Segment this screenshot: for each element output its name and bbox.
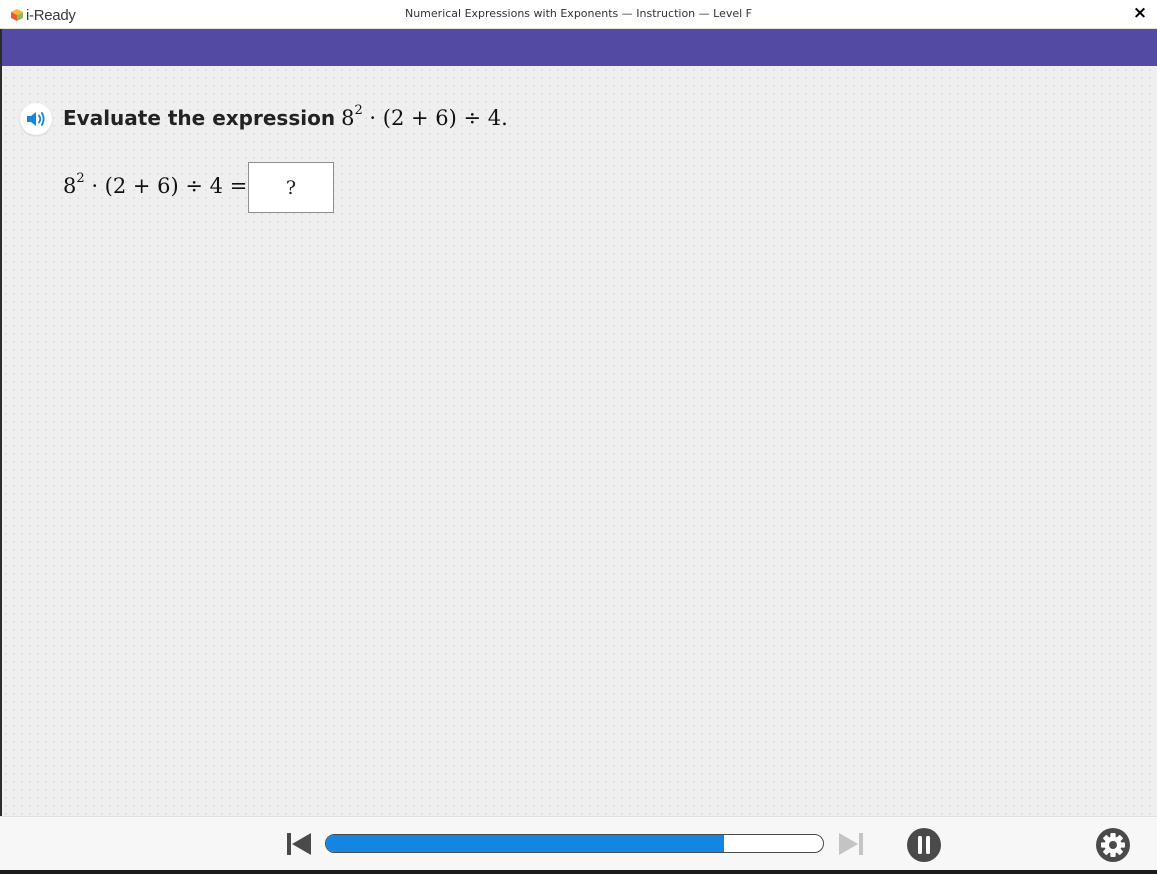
progress-bar[interactable]: [325, 834, 824, 853]
equation-base: 8: [63, 174, 77, 198]
window-bottom-edge: [0, 870, 1157, 874]
equation: 82 · (2 + 6) ÷ 4 =: [63, 171, 247, 201]
settings-gear-icon[interactable]: [1095, 827, 1131, 863]
prompt-expression: 82 · (2 + 6) ÷ 4.: [341, 103, 508, 130]
equation-expression-rest: · (2 + 6) ÷ 4 =: [84, 174, 248, 198]
prompt-expression-rest: · (2 + 6) ÷ 4.: [362, 106, 508, 130]
speaker-icon: [27, 112, 45, 126]
skip-back-icon[interactable]: [286, 832, 312, 856]
answer-input[interactable]: ?: [248, 162, 334, 213]
close-button[interactable]: ×: [1129, 2, 1151, 24]
title-bar: i-Ready Numerical Expressions with Expon…: [0, 0, 1157, 29]
prompt-exponent: 2: [354, 103, 363, 118]
equation-exponent: 2: [76, 171, 85, 186]
progress-bar-fill: [326, 835, 724, 852]
prompt-base: 8: [341, 106, 355, 130]
prompt-text: Evaluate the expression: [63, 106, 336, 130]
read-aloud-button[interactable]: [20, 103, 52, 135]
equation-expression: 82 · (2 + 6) ÷ 4 =: [63, 171, 248, 198]
skip-forward-icon[interactable]: [838, 832, 864, 856]
question-prompt: Evaluate the expression 82 · (2 + 6) ÷ 4…: [63, 103, 508, 134]
answer-placeholder: ?: [285, 176, 297, 199]
window-title: Numerical Expressions with Exponents — I…: [404, 7, 753, 20]
pause-icon[interactable]: [906, 827, 942, 863]
header-band: [2, 29, 1157, 66]
